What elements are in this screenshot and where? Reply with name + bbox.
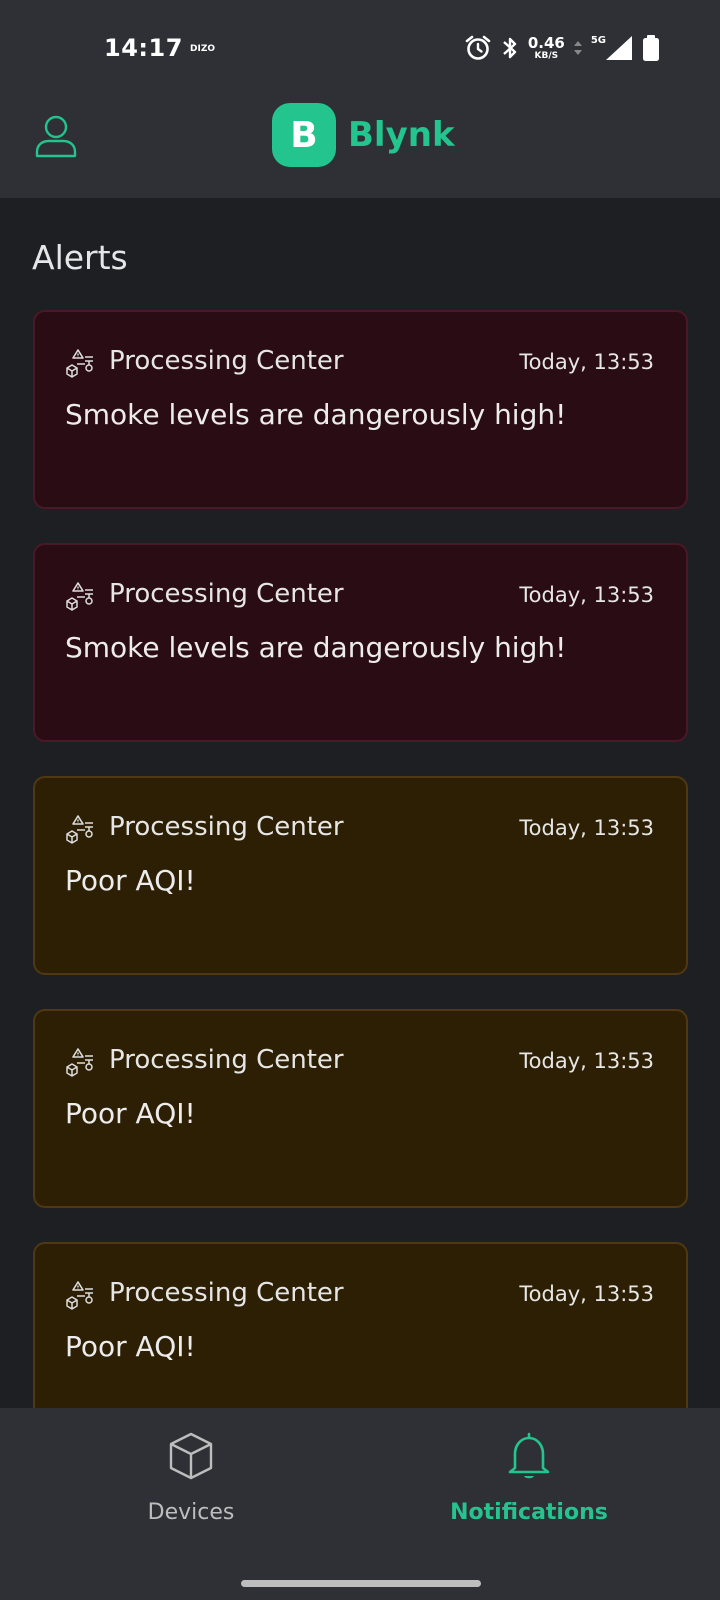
alarm-icon	[465, 35, 491, 60]
alert-message: Smoke levels are dangerously high!	[65, 631, 567, 664]
device-template-icon	[66, 1281, 93, 1310]
app-header: B Blynk	[0, 90, 720, 198]
logo-badge: B	[272, 103, 336, 167]
home-indicator[interactable]	[241, 1580, 481, 1587]
alert-card[interactable]: Processing Center Today, 13:53 Smoke lev…	[33, 543, 688, 742]
alert-message: Smoke levels are dangerously high!	[65, 398, 567, 431]
alert-time: Today, 13:53	[519, 816, 654, 840]
nav-notifications[interactable]: Notifications	[409, 1430, 649, 1540]
page-title: Alerts	[32, 238, 128, 277]
alert-device-name: Processing Center	[109, 1278, 344, 1308]
alert-device-name: Processing Center	[109, 812, 344, 842]
alert-device-name: Processing Center	[109, 1045, 344, 1075]
net-speed: 0.46 KB/S	[527, 33, 565, 61]
alert-device-name: Processing Center	[109, 579, 344, 609]
carrier-label: DIZO	[190, 44, 215, 54]
alert-time: Today, 13:53	[519, 350, 654, 374]
status-time: 14:17	[104, 34, 183, 62]
nav-notifications-label: Notifications	[450, 1500, 608, 1525]
nav-devices[interactable]: Devices	[71, 1430, 311, 1540]
bluetooth-icon	[503, 37, 517, 59]
nav-devices-label: Devices	[147, 1500, 235, 1525]
alert-device-name: Processing Center	[109, 346, 344, 376]
device-template-icon	[66, 815, 93, 844]
net-speed-unit: KB/S	[534, 50, 559, 61]
blynk-logo: B Blynk	[272, 103, 455, 167]
alert-message: Poor AQI!	[65, 864, 196, 897]
user-icon	[35, 115, 77, 158]
device-template-icon	[66, 582, 93, 611]
battery-icon	[643, 35, 659, 61]
alert-time: Today, 13:53	[519, 1282, 654, 1306]
alert-card[interactable]: Processing Center Today, 13:53 Smoke lev…	[33, 310, 688, 509]
net-type: 5G	[590, 34, 606, 46]
cube-icon	[169, 1432, 213, 1480]
alert-message: Poor AQI!	[65, 1097, 196, 1130]
alert-card[interactable]: Processing Center Today, 13:53 Poor AQI!	[33, 776, 688, 975]
signal-icon	[606, 36, 632, 60]
device-template-icon	[66, 349, 93, 378]
alert-time: Today, 13:53	[519, 583, 654, 607]
device-template-icon	[66, 1048, 93, 1077]
alert-message: Poor AQI!	[65, 1330, 196, 1363]
logo-text: Blynk	[348, 115, 455, 155]
alert-time: Today, 13:53	[519, 1049, 654, 1073]
status-icons: 0.46 KB/S 5G	[464, 30, 660, 66]
bell-icon	[508, 1432, 550, 1479]
data-arrows-icon	[573, 41, 582, 55]
profile-button[interactable]	[32, 112, 80, 160]
status-bar: 14:17 DIZO 0.46 KB/S 5G	[0, 0, 720, 90]
net-speed-value: 0.46	[527, 33, 565, 52]
bottom-nav: Devices Notifications	[0, 1408, 720, 1600]
alert-card[interactable]: Processing Center Today, 13:53 Poor AQI!	[33, 1009, 688, 1208]
